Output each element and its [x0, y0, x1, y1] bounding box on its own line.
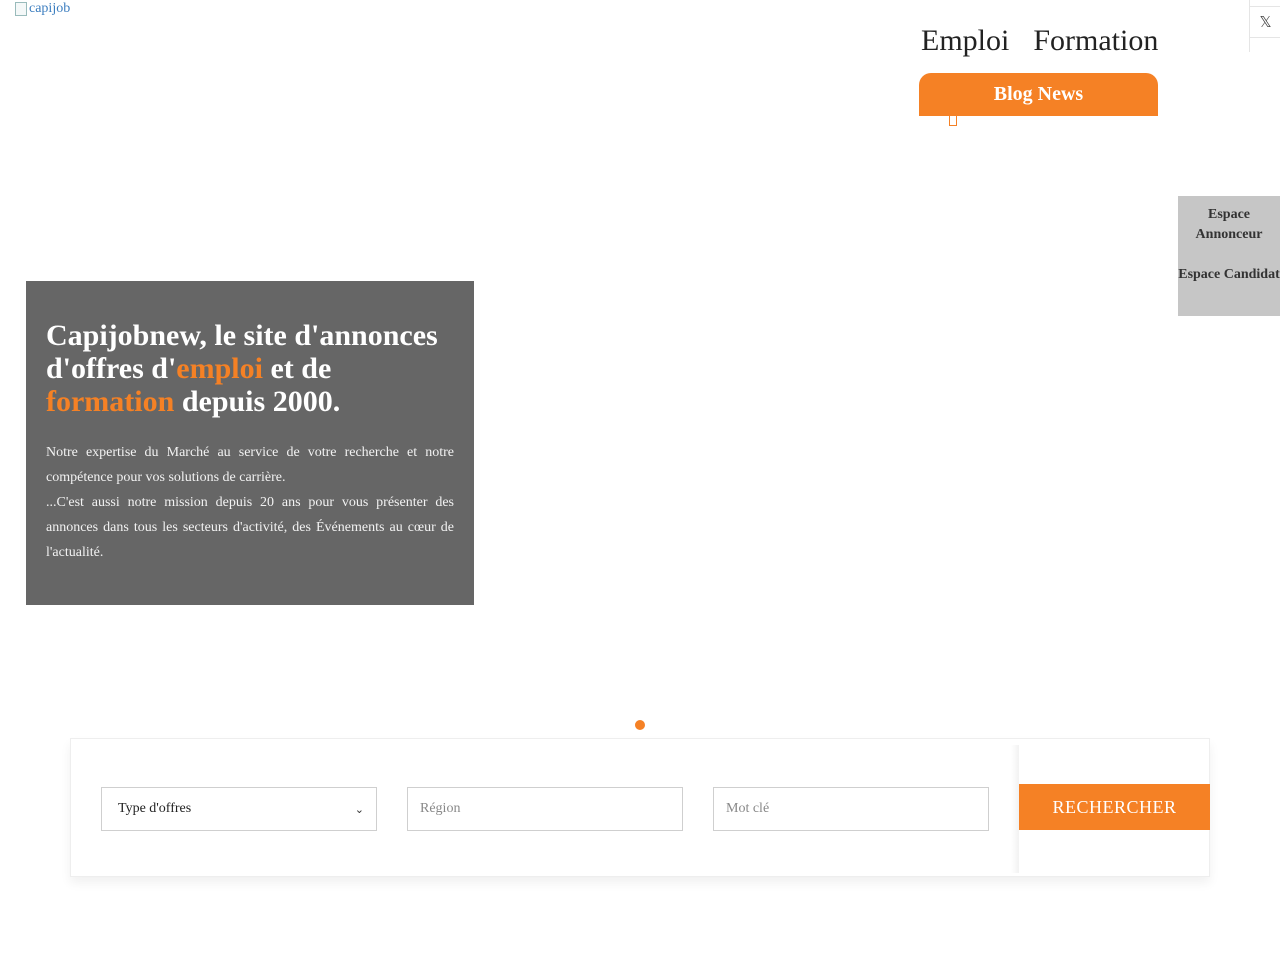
- hero-paragraph-2: ...C'est aussi notre mission depuis 20 a…: [46, 495, 454, 560]
- hero-title-accent-emploi: emploi: [176, 352, 263, 385]
- x-icon[interactable]: 𝕏: [1250, 6, 1280, 38]
- offer-type-select[interactable]: Type d'offres ⌄: [101, 787, 377, 831]
- hero-description: Notre expertise du Marché au service de …: [46, 440, 454, 565]
- region-input[interactable]: Région: [407, 787, 683, 831]
- search-button[interactable]: RECHERCHER: [1019, 784, 1210, 830]
- chevron-down-icon: ⌄: [354, 802, 364, 816]
- hero-card: Capijobnew, le site d'annonces d'offres …: [26, 281, 474, 605]
- nav-item-formation[interactable]: Formation: [1033, 24, 1158, 58]
- logo-alt-text: capijob: [29, 1, 71, 16]
- blog-news-button[interactable]: Blog News: [919, 73, 1158, 116]
- hero-paragraph-1: Notre expertise du Marché au service de …: [46, 445, 454, 485]
- search-divider: [1011, 745, 1019, 873]
- blog-news-icon: [949, 114, 957, 126]
- broken-image-icon: [15, 2, 27, 16]
- hero-title: Capijobnew, le site d'annonces d'offres …: [46, 319, 454, 418]
- search-button-label: RECHERCHER: [1052, 796, 1177, 817]
- espace-annonceur-link[interactable]: Espace Annonceur: [1178, 205, 1280, 245]
- social-panel: 𝕏: [1249, 0, 1280, 52]
- region-placeholder: Région: [420, 801, 461, 816]
- hero-title-text-2: et de: [262, 352, 332, 385]
- espace-candidat-link[interactable]: Espace Candidat: [1178, 265, 1280, 285]
- blog-news-label: Blog News: [993, 83, 1084, 105]
- hero-title-text-3: depuis 2000.: [174, 385, 341, 418]
- logo[interactable]: capijob: [15, 1, 70, 17]
- nav-item-emploi[interactable]: Emploi: [921, 24, 1009, 58]
- keyword-input[interactable]: Mot clé: [713, 787, 989, 831]
- hero-title-accent-formation: formation: [46, 385, 175, 418]
- main-nav: Emploi Formation: [921, 24, 1158, 58]
- carousel-dot[interactable]: [635, 720, 645, 730]
- search-bar: Type d'offres ⌄ Région Mot clé RECHERCHE…: [70, 738, 1210, 877]
- side-menu: Espace Annonceur Espace Candidat: [1178, 196, 1280, 316]
- offer-type-value: Type d'offres: [118, 801, 192, 816]
- keyword-placeholder: Mot clé: [726, 801, 770, 816]
